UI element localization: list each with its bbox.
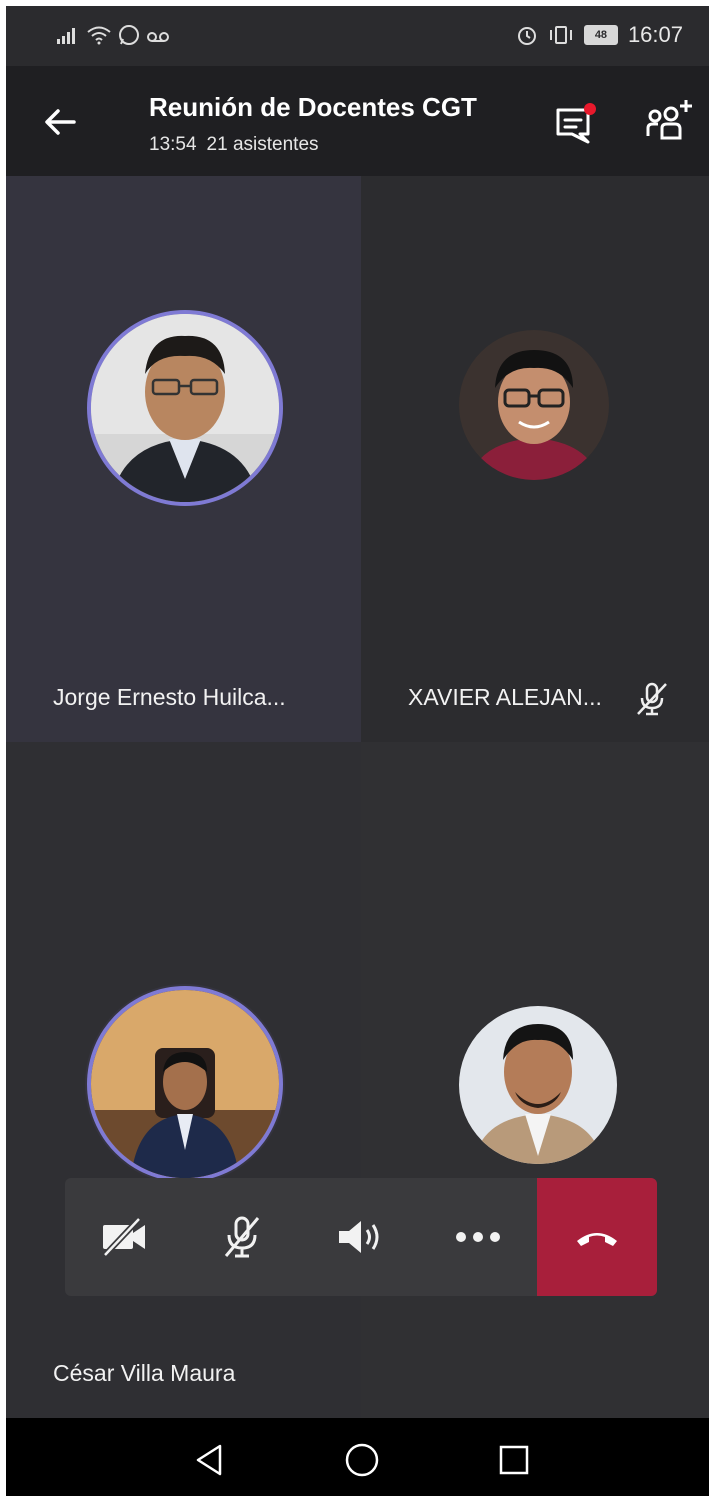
vibrate-icon [549,26,572,44]
more-icon [456,1232,500,1242]
back-arrow-icon[interactable] [38,100,82,144]
participant-tile[interactable]: César Villa Maura [6,742,361,1418]
status-icons-right: 48 16:07 [516,22,683,48]
participant-name: César Villa Maura [53,1360,236,1386]
nav-recents-icon[interactable] [494,1440,534,1480]
camera-toggle-button[interactable] [69,1178,179,1296]
more-options-button[interactable] [423,1178,533,1296]
voicemail-icon [147,32,169,42]
avatar [91,990,279,1178]
meeting-title: Reunión de Docentes CGT [149,92,477,122]
avatar [459,330,609,480]
status-bar: 48 16:07 [6,6,709,66]
speaker-icon [339,1221,379,1253]
hang-up-button[interactable] [537,1178,657,1296]
participant-tile[interactable]: XAVIER ALEJAN... [361,176,709,742]
nav-home-icon[interactable] [342,1440,382,1480]
teams-call-screen: 48 16:07 Reunión de Docentes CGT 13:54 21… [6,6,709,1496]
system-nav-bar [6,1418,709,1496]
call-controls [65,1178,657,1296]
status-icons-left [56,24,170,46]
signal-icon [57,28,75,44]
add-participants-icon[interactable] [640,96,696,148]
avatar [91,314,279,502]
participant-tile[interactable]: Jorge Ernesto Huilca... [6,176,361,742]
speaker-button[interactable] [305,1178,415,1296]
hang-up-icon [577,1233,617,1246]
participant-tile[interactable] [361,742,709,1418]
wifi-icon [87,26,111,45]
mic-off-icon [224,1216,260,1258]
alarm-icon [517,27,536,45]
avatar [459,1006,617,1164]
participant-name: XAVIER ALEJAN... [408,684,602,710]
battery-icon: 48 [583,25,618,45]
status-time: 16:07 [627,22,683,47]
whatsapp-icon [119,25,139,45]
attendee-count: 21 asistentes [206,134,319,155]
chat-icon[interactable] [550,100,598,148]
meeting-header: Reunión de Docentes CGT 13:54 21 asistent… [6,66,709,176]
meeting-subtitle: 13:54 21 asistentes [149,134,319,156]
muted-mic-icon [637,682,667,716]
camera-off-icon [102,1217,145,1257]
mic-toggle-button[interactable] [187,1178,297,1296]
meeting-duration: 13:54 [149,134,197,155]
nav-back-icon[interactable] [190,1440,230,1480]
unread-dot [584,103,596,115]
participant-name: Jorge Ernesto Huilca... [53,684,286,710]
